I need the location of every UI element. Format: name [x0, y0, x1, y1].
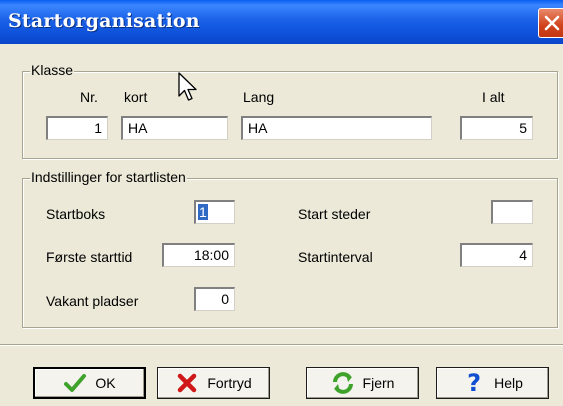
kort-label: kort: [124, 89, 148, 105]
checkmark-icon: [64, 374, 87, 392]
close-button[interactable]: [538, 8, 563, 38]
startboks-value: 1: [198, 204, 208, 220]
nr-label: Nr.: [80, 89, 98, 105]
red-x-icon: [178, 373, 197, 393]
question-mark-icon: ?: [467, 369, 482, 397]
startinterval-label: Startinterval: [298, 249, 373, 265]
fortryd-button-label: Fortryd: [207, 375, 252, 391]
dialog-body: Klasse Nr. kort Lang I alt 1 HA HA 5 Ind…: [0, 44, 563, 406]
vakant-pladser-field[interactable]: 0: [194, 287, 235, 311]
startinterval-field[interactable]: 4: [460, 243, 533, 267]
window-title: Startorganisation: [8, 10, 200, 32]
nr-field[interactable]: 1: [46, 116, 108, 140]
title-bar[interactable]: Startorganisation: [0, 0, 563, 44]
refresh-icon: [332, 372, 353, 394]
help-button[interactable]: ? Help: [436, 367, 549, 399]
lang-field[interactable]: HA: [241, 116, 432, 140]
start-steder-field[interactable]: [491, 200, 533, 224]
startboks-label: Startboks: [46, 206, 106, 222]
vakant-pladser-label: Vakant pladser: [46, 293, 139, 309]
kort-field[interactable]: HA: [121, 116, 228, 140]
fortryd-button[interactable]: Fortryd: [157, 367, 270, 399]
close-icon: [544, 15, 560, 31]
fjern-button-label: Fjern: [362, 375, 395, 391]
button-separator: [0, 344, 563, 346]
ok-button[interactable]: OK: [33, 367, 146, 399]
settings-legend: Indstillinger for startlisten: [30, 169, 187, 185]
forste-starttid-label: Første starttid: [46, 249, 133, 265]
ialt-label: I alt: [482, 89, 505, 105]
help-button-label: Help: [494, 375, 523, 391]
klasse-group: [22, 71, 558, 159]
ok-button-label: OK: [95, 375, 116, 391]
fjern-button[interactable]: Fjern: [306, 367, 419, 399]
ialt-field[interactable]: 5: [460, 116, 533, 140]
lang-label: Lang: [243, 89, 275, 105]
klasse-legend: Klasse: [30, 62, 75, 78]
start-steder-label: Start steder: [298, 206, 371, 222]
mouse-cursor-icon: [178, 72, 197, 101]
startboks-field[interactable]: 1: [194, 200, 235, 224]
forste-starttid-field[interactable]: 18:00: [162, 243, 235, 267]
